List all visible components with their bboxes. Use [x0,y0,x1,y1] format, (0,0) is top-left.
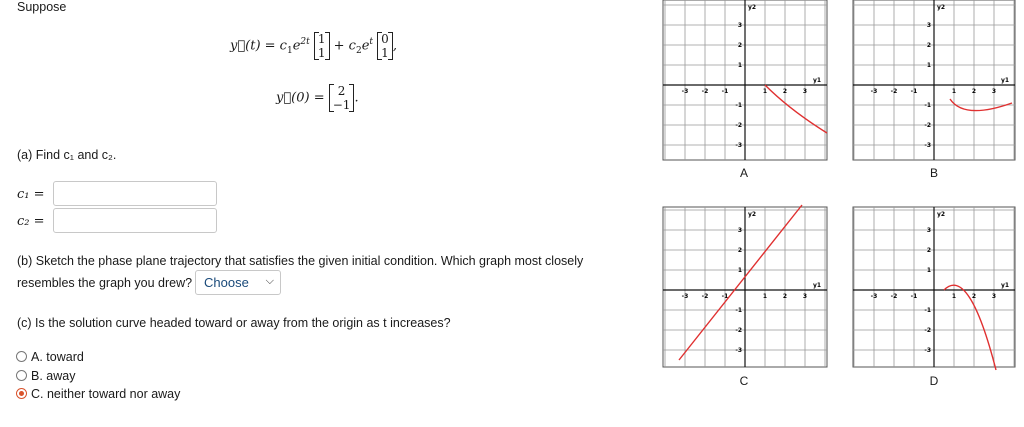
y-tick-label: 3 [738,227,742,234]
y-axis-label: y2 [748,211,756,218]
x-tick-label: 3 [803,88,807,95]
graph-b[interactable]: -3 -2 -1 1 2 3 3 2 1 -1 -2 -3 y2 y1 [852,0,1016,161]
y-tick-label: 3 [927,22,931,29]
y-tick-label: 2 [927,42,931,49]
x-tick-label: 2 [783,88,787,95]
y-tick-label: 1 [738,62,742,69]
x-tick-label: -3 [682,88,689,95]
y-tick-label: -2 [735,327,742,334]
y-tick-label: 2 [927,247,931,254]
x-tick-label: -3 [682,293,689,300]
x-axis-label: y1 [1001,282,1009,289]
y-tick-label: -1 [924,307,931,314]
y-tick-label: -1 [735,102,742,109]
y-axis-label: y2 [937,4,945,11]
y-tick-label: 3 [738,22,742,29]
y-tick-label: 1 [927,267,931,274]
x-tick-label: 1 [952,88,956,95]
y-axis-label: y2 [748,4,756,11]
y-tick-label: -3 [924,142,931,149]
y-tick-label: -1 [924,102,931,109]
x-tick-label: 2 [972,88,976,95]
x-tick-label: -2 [891,88,898,95]
y-tick-label: -1 [735,307,742,314]
y-tick-label: 1 [927,62,931,69]
x-tick-label: -1 [911,293,918,300]
x-tick-label: -1 [911,88,918,95]
x-tick-label: -2 [702,88,709,95]
y-tick-label: 2 [738,247,742,254]
x-tick-label: 1 [952,293,956,300]
x-tick-label: 1 [763,293,767,300]
y-tick-label: -3 [735,347,742,354]
x-tick-label: 1 [763,88,767,95]
y-tick-label: -2 [924,122,931,129]
x-tick-label: -1 [722,88,729,95]
x-tick-label: -3 [871,293,878,300]
graph-a[interactable]: -3 -2 -1 1 2 3 3 2 1 -1 -2 -3 y2 y1 [662,0,828,161]
x-tick-label: 3 [803,293,807,300]
graph-c[interactable]: -3 -2 -1 1 2 3321-1-2-3y2y1 [662,204,828,368]
graph-panel: -3 -2 -1 1 2 3321-1-2-3y2y1 -3 -2 -1 1 2 3321-1-2-… [662,0,1016,371]
graph-d[interactable]: -3 -2 -1 1 2 3 3 2 1 -1 -2 -3 y2 y1 [852,206,1016,371]
x-axis-label: y1 [813,282,821,289]
graph-label-b: B [929,166,938,180]
y-axis-label: y2 [937,211,945,218]
y-tick-label: 2 [738,42,742,49]
x-tick-label: -2 [891,293,898,300]
y-tick-label: 1 [738,267,742,274]
graph-label-c: C [739,374,749,388]
y-tick-label: -2 [735,122,742,129]
x-tick-label: 3 [992,88,996,95]
y-tick-label: -2 [924,327,931,334]
graph-label-a: A [739,166,748,180]
x-tick-label: -3 [871,88,878,95]
graph-label-d: D [929,374,939,388]
y-tick-label: -3 [924,347,931,354]
x-axis-label: y1 [1001,77,1009,84]
y-tick-label: 3 [927,227,931,234]
x-tick-label: 2 [972,293,976,300]
x-tick-label: 3 [992,293,996,300]
x-tick-label: 2 [783,293,787,300]
x-axis-label: y1 [813,77,821,84]
x-tick-label: -2 [702,293,709,300]
y-tick-label: -3 [735,142,742,149]
